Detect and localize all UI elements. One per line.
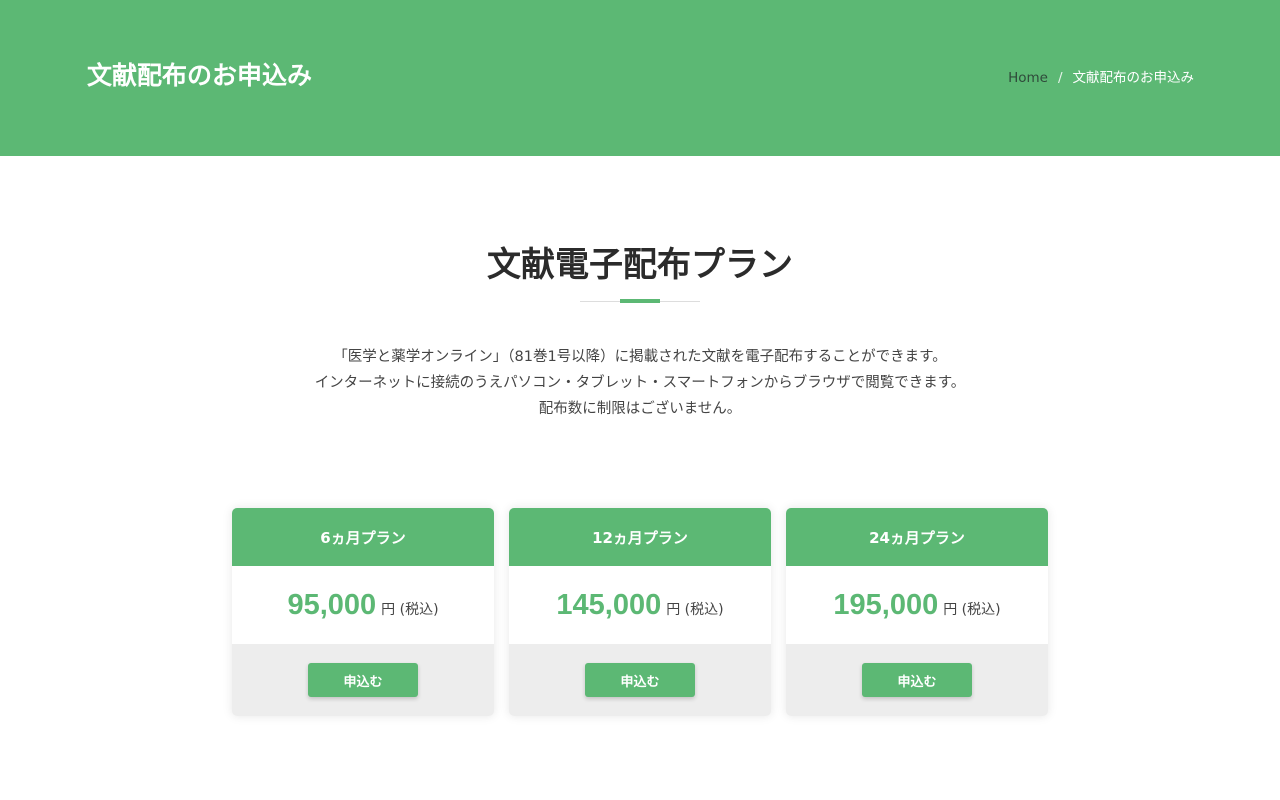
- price-amount: 145,000: [556, 588, 662, 621]
- price-unit: 円 (税込): [943, 602, 1001, 618]
- price-unit: 円 (税込): [666, 602, 724, 618]
- plan-name: 12ヵ月プラン: [509, 508, 771, 566]
- plan-footer: 申込む: [232, 644, 494, 716]
- intro-line: インターネットに接続のうえパソコン・タブレット・スマートフォンからブラウザで閲覧…: [314, 375, 966, 391]
- breadcrumb-home-link[interactable]: Home: [1008, 68, 1048, 88]
- plan-name: 6ヵ月プラン: [232, 508, 494, 566]
- apply-button[interactable]: 申込む: [308, 663, 418, 697]
- plan-card-24-months: 24ヵ月プラン 195,000 円 (税込) 申込む: [786, 508, 1048, 716]
- price-amount: 95,000: [287, 588, 377, 621]
- breadcrumb-current: 文献配布のお申込み: [1072, 70, 1195, 86]
- plan-card-12-months: 12ヵ月プラン 145,000 円 (税込) 申込む: [509, 508, 771, 716]
- plan-card-6-months: 6ヵ月プラン 95,000 円 (税込) 申込む: [232, 508, 494, 716]
- breadcrumb: Home / 文献配布のお申込み: [1008, 68, 1194, 88]
- intro-line: 配布数に制限はございません。: [538, 401, 742, 417]
- price-unit: 円 (税込): [381, 602, 439, 618]
- intro-line: 「医学と薬学オンライン」（81巻1号以降）に掲載された文献を電子配布することがで…: [333, 349, 947, 365]
- plan-price: 145,000 円 (税込): [509, 566, 771, 644]
- apply-button[interactable]: 申込む: [862, 663, 972, 697]
- plan-price: 95,000 円 (税込): [232, 566, 494, 644]
- plan-name: 24ヵ月プラン: [786, 508, 1048, 566]
- intro-text: 「医学と薬学オンライン」（81巻1号以降）に掲載された文献を電子配布することがで…: [0, 344, 1280, 422]
- price-amount: 195,000: [833, 588, 939, 621]
- plan-footer: 申込む: [509, 644, 771, 716]
- apply-button[interactable]: 申込む: [585, 663, 695, 697]
- page-title: 文献配布のお申込み: [87, 61, 313, 90]
- title-accent-bar: [620, 299, 660, 303]
- section-title: 文献電子配布プラン: [487, 245, 793, 285]
- plan-price: 195,000 円 (税込): [786, 566, 1048, 644]
- plan-footer: 申込む: [786, 644, 1048, 716]
- breadcrumb-separator: /: [1057, 70, 1063, 86]
- page-header: 文献配布のお申込み Home / 文献配布のお申込み: [0, 0, 1280, 156]
